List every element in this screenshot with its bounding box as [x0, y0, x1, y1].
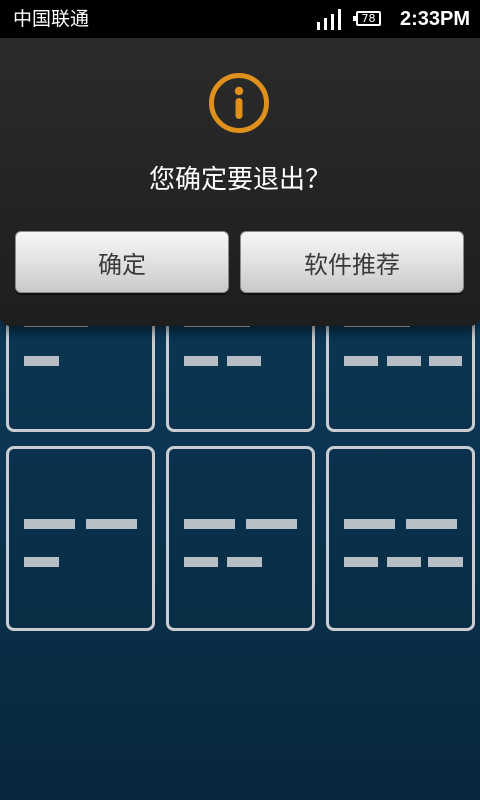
tile-placeholder-bar: [246, 519, 297, 529]
tile-placeholder-bar: [344, 356, 378, 366]
grid-tile[interactable]: [6, 446, 155, 631]
exit-dialog: 您确定要退出？ 确定 软件推荐: [0, 38, 480, 326]
tile-placeholder-bar: [24, 356, 59, 366]
confirm-button[interactable]: 确定: [15, 231, 229, 293]
tile-placeholder-bar: [429, 356, 462, 366]
tile-placeholder-bar: [344, 557, 378, 567]
battery-icon: 78: [353, 11, 381, 26]
tile-placeholder-bar: [24, 557, 59, 567]
grid-tile[interactable]: [326, 446, 475, 631]
status-time: 2:33PM: [399, 8, 470, 30]
tile-placeholder-bar: [227, 557, 262, 567]
tile-placeholder-bar: [227, 356, 261, 366]
signal-icon: [317, 8, 343, 30]
tile-placeholder-bar: [184, 557, 218, 567]
recommend-apps-button[interactable]: 软件推荐: [240, 231, 464, 293]
info-icon: [209, 73, 269, 133]
battery-level: 78: [361, 12, 376, 25]
tile-placeholder-bar: [428, 557, 463, 567]
tile-placeholder-bar: [387, 356, 421, 366]
tile-placeholder-bar: [344, 519, 395, 529]
tile-placeholder-bar: [24, 519, 75, 529]
recommend-button-label: 软件推荐: [304, 250, 400, 279]
carrier-name: 中国联通: [13, 8, 90, 30]
tile-placeholder-bar: [86, 519, 137, 529]
confirm-button-label: 确定: [98, 250, 146, 279]
dialog-message: 您确定要退出？: [148, 165, 331, 195]
grid-tile[interactable]: [166, 446, 315, 631]
tile-placeholder-bar: [184, 356, 218, 366]
tile-placeholder-bar: [387, 557, 421, 567]
status-bar: 中国联通 78 2:33PM: [0, 0, 480, 38]
tile-placeholder-bar: [406, 519, 457, 529]
tile-placeholder-bar: [184, 519, 235, 529]
